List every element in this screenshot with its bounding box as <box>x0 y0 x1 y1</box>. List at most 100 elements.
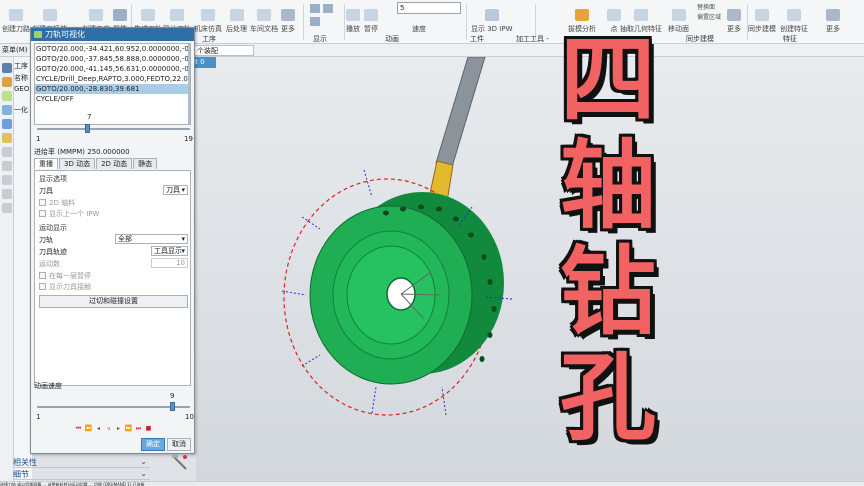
speed-input[interactable]: 5 <box>397 2 461 14</box>
navigator-icon[interactable] <box>2 63 12 73</box>
tool-axis-dropdown[interactable]: 全部 <box>115 234 188 244</box>
details-section[interactable]: 细节 ⌄ <box>13 469 150 480</box>
roles-icon[interactable] <box>2 105 12 115</box>
position-slider-thumb[interactable] <box>84 124 90 133</box>
position-slider[interactable] <box>37 128 190 130</box>
tab-bar: 重播 3D 动态 2D 动态 静态 <box>34 158 158 169</box>
separator <box>466 4 467 40</box>
code-line[interactable]: GOTO/20.000,-37.845,58.888,0.0000000,-0.… <box>35 54 190 64</box>
group-label-feature: 特征 <box>783 35 797 43</box>
web-icon[interactable] <box>2 119 12 129</box>
generate-icon <box>141 9 155 21</box>
stop-icon[interactable]: ■ <box>144 424 153 433</box>
tool-path-dropdown[interactable]: 工具显示 <box>151 246 188 256</box>
play-icon[interactable]: ▸ <box>114 424 123 433</box>
display-options-header: 显示选项 <box>39 175 67 183</box>
tab-replay[interactable]: 重播 <box>34 158 58 169</box>
create-holder-icon <box>42 9 57 21</box>
code-list-scrollbar[interactable] <box>188 44 190 124</box>
group-label-animation: 动画 <box>385 35 399 43</box>
step-back-icon[interactable]: ⏪ <box>84 424 93 433</box>
part-nav-icon[interactable] <box>2 77 12 87</box>
cb-2d-material[interactable]: 2D 轴料 <box>39 198 75 208</box>
more-button-2[interactable]: 更多 <box>727 2 741 34</box>
next-icon[interactable]: ⏩ <box>124 424 133 433</box>
feature-icon <box>787 9 801 21</box>
machine-sim-button[interactable]: 机床仿真 <box>194 2 222 34</box>
position-slider-min: 1 <box>36 135 41 143</box>
shop-doc-button[interactable]: 车间文档 <box>250 2 278 34</box>
create-toolpath-button[interactable]: 创建刀路 <box>2 2 30 34</box>
relevance-section[interactable]: 相关性 ⌄ <box>13 457 150 468</box>
code-line[interactable]: CYCLE/OFF <box>35 94 190 104</box>
speed-slider[interactable] <box>37 406 190 408</box>
history-icon[interactable] <box>2 91 12 101</box>
sync-modeling-button[interactable]: 同步建模 <box>748 2 776 34</box>
tab-2d-dynamic[interactable]: 2D 动态 <box>96 158 133 169</box>
cb-show-tool-contact[interactable]: 显示刀具接触 <box>39 282 91 292</box>
cut-collision-settings-button[interactable]: 过切和碰撞设置 <box>39 295 188 308</box>
draft-analysis-icon <box>575 9 589 21</box>
system-icon[interactable] <box>2 161 12 171</box>
motion-display-header: 运动显示 <box>39 224 67 232</box>
cb-show-prev-ipw[interactable]: 显示上一个 IPW <box>39 209 99 219</box>
toolpath-visualization-dialog: 刀轨可视化 GOTO/20.000,-34.421,60.952,0.00000… <box>30 27 195 454</box>
settings-icon[interactable] <box>2 175 12 185</box>
assembly-filter-select[interactable]: 个装配 <box>194 45 254 56</box>
ok-button[interactable]: 确定 <box>141 438 165 451</box>
nav-other-item[interactable]: 一化 <box>14 105 28 115</box>
tool-icon[interactable] <box>2 203 12 213</box>
checkbox[interactable] <box>39 199 46 206</box>
code-line-selected[interactable]: GOTO/20.000,-28.830,39.681 <box>35 84 190 94</box>
more-button-3[interactable]: 更多 <box>826 2 840 34</box>
speed-slider-thumb[interactable] <box>170 402 176 411</box>
show-3d-ipw-button[interactable]: 显示 3D IPW <box>471 2 513 34</box>
play-button[interactable]: 播放 <box>346 2 360 34</box>
nav-geo-item[interactable]: GEO <box>14 85 29 93</box>
cb-pause-each-layer[interactable]: 在每一层暂停 <box>39 271 91 281</box>
verify-icon <box>170 9 184 21</box>
reuse-icon[interactable] <box>2 133 12 143</box>
menu-button[interactable]: 菜单(M) <box>0 44 34 57</box>
more-icon <box>727 9 741 21</box>
play-reverse-icon[interactable]: ◃ <box>104 424 113 433</box>
display-mode-icon[interactable] <box>310 4 320 13</box>
overlay-title-char-2: 轴 <box>560 130 656 242</box>
checkbox[interactable] <box>39 210 46 217</box>
resource-bar <box>0 57 14 481</box>
code-line[interactable]: CYCLE/Drill_Deep,RAPTO,3.000,FEDTO,22.05 <box>35 74 190 84</box>
graphics-viewport[interactable] <box>196 56 864 481</box>
replace-face-button[interactable]: 替换面 <box>697 2 715 11</box>
move-face-button[interactable]: 移动面 <box>668 2 689 34</box>
code-line[interactable]: GOTO/20.000,-34.421,60.952,0.0000000,-0.… <box>35 44 190 54</box>
create-operation-icon <box>89 9 103 21</box>
more-icon <box>826 9 840 21</box>
palette-icon[interactable] <box>2 147 12 157</box>
create-feature-button[interactable]: 创建特征 <box>780 2 808 34</box>
more-button-1[interactable]: 更多 <box>281 2 295 34</box>
display-edges-icon[interactable] <box>323 4 333 13</box>
tab-static[interactable]: 静态 <box>133 158 158 169</box>
overlay-title-char-3: 钻 <box>560 236 656 348</box>
info-icon[interactable] <box>2 189 12 199</box>
rewind-start-icon[interactable]: ⏮ <box>74 424 83 433</box>
tool-dropdown[interactable]: 刀具 <box>163 185 188 195</box>
postprocess-button[interactable]: 后处理 <box>226 2 247 34</box>
separator <box>303 4 304 40</box>
position-slider-max: 19 <box>184 135 193 143</box>
display-path-icon[interactable] <box>310 17 320 26</box>
step-end-icon[interactable]: ⏭ <box>134 424 143 433</box>
checkbox[interactable] <box>39 272 46 279</box>
offset-region-button[interactable]: 偏置区域 <box>697 12 721 21</box>
scrollbar-thumb[interactable] <box>188 44 190 124</box>
status-bar: 选择刀轨 或以切换屏幕 ... 或更新轨转动运动切换 ... 切换 (DRUMA… <box>0 481 864 486</box>
prev-icon[interactable]: ◂ <box>94 424 103 433</box>
tab-3d-dynamic[interactable]: 3D 动态 <box>59 158 96 169</box>
checkbox[interactable] <box>39 283 46 290</box>
motion-count-input[interactable]: 10 <box>151 258 188 268</box>
dialog-title-bar[interactable]: 刀轨可视化 <box>31 28 194 41</box>
cancel-button[interactable]: 取消 <box>167 438 191 451</box>
pause-button[interactable]: 暂停 <box>364 2 378 34</box>
toolpath-code-list[interactable]: GOTO/20.000,-34.421,60.952,0.0000000,-0.… <box>34 43 191 125</box>
code-line[interactable]: GOTO/20.000,-41.145,56.631,0.0000000,-0.… <box>35 64 190 74</box>
